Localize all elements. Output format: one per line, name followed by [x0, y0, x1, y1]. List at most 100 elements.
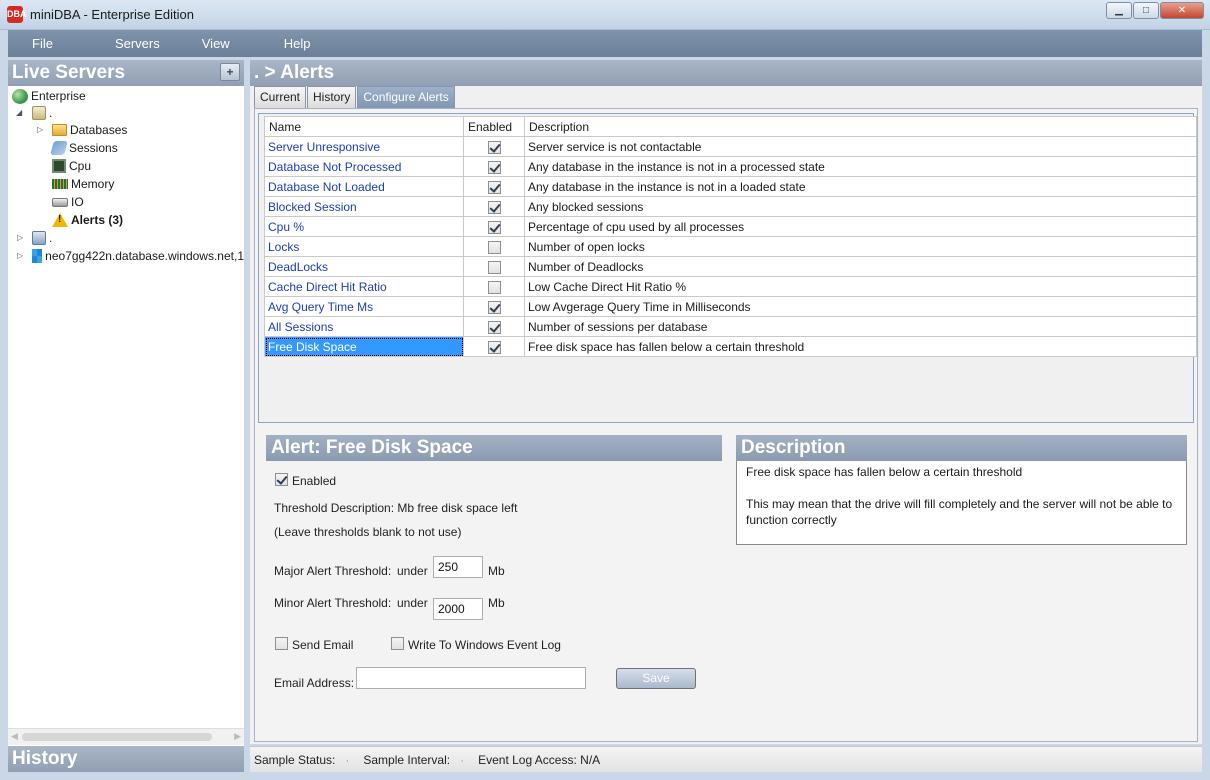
tree-item-sessions[interactable]: Sessions [50, 139, 118, 157]
tree-item-cpu[interactable]: Cpu [52, 157, 91, 175]
tab-configure-alerts[interactable]: Configure Alerts [357, 86, 455, 108]
alert-row[interactable]: Cpu % Percentage of cpu used by all proce… [264, 216, 1197, 237]
alert-description-cell: Any database in the instance is not in a… [524, 156, 1197, 177]
enabled-checkbox[interactable] [275, 473, 288, 486]
menu-file[interactable]: File [8, 36, 53, 51]
alert-row[interactable]: DeadLocks Number of Deadlocks [264, 256, 1197, 277]
alert-name-cell[interactable]: DeadLocks [264, 256, 464, 277]
close-button[interactable]: ✕ [1160, 2, 1204, 19]
alert-enabled-checkbox[interactable] [487, 260, 501, 274]
alert-enabled-cell [463, 176, 525, 197]
alert-description-cell: Number of sessions per database [524, 316, 1197, 337]
tree-item-databases[interactable]: Databases [52, 121, 127, 139]
alert-description-cell: Percentage of cpu used by all processes [524, 216, 1197, 237]
alert-row[interactable]: Free Disk Space Free disk space has falle… [264, 336, 1197, 357]
alert-name-cell[interactable]: Locks [264, 236, 464, 257]
alert-name-cell[interactable]: Cpu % [264, 216, 464, 237]
alert-name-cell[interactable]: All Sessions [264, 316, 464, 337]
alert-enabled-checkbox[interactable] [487, 320, 501, 334]
alert-row[interactable]: Locks Number of open locks [264, 236, 1197, 257]
alert-enabled-checkbox[interactable] [487, 340, 501, 354]
alert-enabled-checkbox[interactable] [487, 300, 501, 314]
scrollbar-thumb[interactable] [22, 733, 212, 741]
horizontal-scrollbar[interactable]: ◀ ▶ [8, 728, 244, 745]
alert-enabled-cell [463, 236, 525, 257]
alert-enabled-checkbox[interactable] [487, 160, 501, 174]
menu-servers[interactable]: Servers [91, 36, 160, 51]
alert-name-cell[interactable]: Database Not Loaded [264, 176, 464, 197]
description-box: Free disk space has fallen below a certa… [736, 461, 1187, 545]
server-icon [32, 106, 46, 120]
alert-row[interactable]: All Sessions Number of sessions per datab… [264, 316, 1197, 337]
column-header-description[interactable]: Description [524, 116, 1197, 137]
alert-enabled-checkbox[interactable] [487, 280, 501, 294]
alert-enabled-checkbox[interactable] [487, 220, 501, 234]
tree-item-server-local[interactable]: . [32, 104, 52, 122]
history-header[interactable]: History [8, 746, 244, 772]
description-line-1: Free disk space has fallen below a certa… [746, 465, 1023, 479]
alert-name-cell[interactable]: Avg Query Time Ms [264, 296, 464, 317]
alert-name-cell[interactable]: Database Not Processed [264, 156, 464, 177]
alert-row[interactable]: Database Not Processed Any database in th… [264, 156, 1197, 177]
alert-enabled-checkbox[interactable] [487, 180, 501, 194]
alert-description-cell: Any database in the instance is not in a… [524, 176, 1197, 197]
expand-arrow-icon[interactable]: ▷ [37, 125, 43, 134]
tree-label: Cpu [69, 159, 92, 173]
alert-row[interactable]: Server Unresponsive Server service is not… [264, 136, 1197, 157]
memory-icon [52, 179, 68, 189]
expand-arrow-icon[interactable]: ▷ [17, 251, 23, 260]
tree-item-io[interactable]: IO [52, 193, 84, 211]
expand-arrow-icon[interactable]: ▷ [17, 233, 23, 242]
email-address-input[interactable] [356, 667, 586, 689]
event-log-checkbox[interactable] [391, 637, 404, 650]
menu-help[interactable]: Help [260, 36, 311, 51]
alert-row[interactable]: Blocked Session Any blocked sessions [264, 196, 1197, 217]
alert-row[interactable]: Cache Direct Hit Ratio Low Cache Direct H… [264, 276, 1197, 297]
configure-alerts-content: Name Enabled Description Server Unrespon… [254, 108, 1198, 742]
alert-enabled-cell [463, 276, 525, 297]
alert-name-cell[interactable]: Free Disk Space [264, 336, 464, 357]
description-header: Description [736, 435, 1187, 461]
column-header-name[interactable]: Name [264, 116, 464, 137]
minor-threshold-input[interactable] [433, 598, 483, 620]
alert-enabled-checkbox[interactable] [487, 140, 501, 154]
enabled-label: Enabled [292, 474, 337, 488]
minor-threshold-unit: Mb [488, 596, 505, 610]
scroll-right-icon[interactable]: ▶ [234, 731, 241, 742]
event-log-label: Write To Windows Event Log [408, 638, 561, 652]
major-threshold-input[interactable] [433, 556, 483, 578]
tree-label: Alerts (3) [71, 213, 124, 227]
scroll-left-icon[interactable]: ◀ [11, 731, 18, 742]
tree-item-alerts[interactable]: Alerts (3) [52, 211, 123, 229]
collapse-arrow-icon[interactable]: ◢ [16, 108, 22, 117]
minor-threshold-operator: under [397, 596, 428, 610]
menu-view[interactable]: View [178, 36, 230, 51]
live-servers-header: Live Servers + [8, 60, 244, 86]
save-button[interactable]: Save [616, 668, 696, 689]
tree-label: Enterprise [31, 89, 86, 103]
alert-enabled-checkbox[interactable] [487, 200, 501, 214]
alert-row[interactable]: Database Not Loaded Any database in the i… [264, 176, 1197, 197]
tab-history[interactable]: History [307, 86, 357, 108]
column-header-enabled[interactable]: Enabled [463, 116, 525, 137]
tab-current[interactable]: Current [254, 86, 307, 108]
send-email-checkbox[interactable] [275, 637, 288, 650]
alert-name-cell[interactable]: Cache Direct Hit Ratio [264, 276, 464, 297]
maximize-button[interactable]: □ [1133, 2, 1159, 19]
server-icon [32, 231, 46, 245]
tree-item-memory[interactable]: Memory [52, 175, 114, 193]
grid-body: Server Unresponsive Server service is not… [264, 136, 1197, 357]
alert-row[interactable]: Avg Query Time Ms Low Avgerage Query Time… [264, 296, 1197, 317]
sample-interval: Sample Interval: [363, 752, 451, 767]
tree-item-server-2[interactable]: . [32, 229, 52, 247]
add-server-button[interactable]: + [220, 63, 240, 81]
warning-icon [52, 213, 68, 227]
tree-item-azure-server[interactable]: neo7gg422n.database.windows.net,1 [32, 247, 244, 265]
grid-header-row: Name Enabled Description [264, 116, 1197, 137]
alert-name-cell[interactable]: Blocked Session [264, 196, 464, 217]
tree-item-enterprise[interactable]: Enterprise [12, 87, 86, 105]
tree-label: Databases [70, 123, 128, 137]
alert-enabled-checkbox[interactable] [487, 240, 501, 254]
alert-name-cell[interactable]: Server Unresponsive [264, 136, 464, 157]
minimize-button[interactable]: ▁ [1106, 2, 1132, 19]
